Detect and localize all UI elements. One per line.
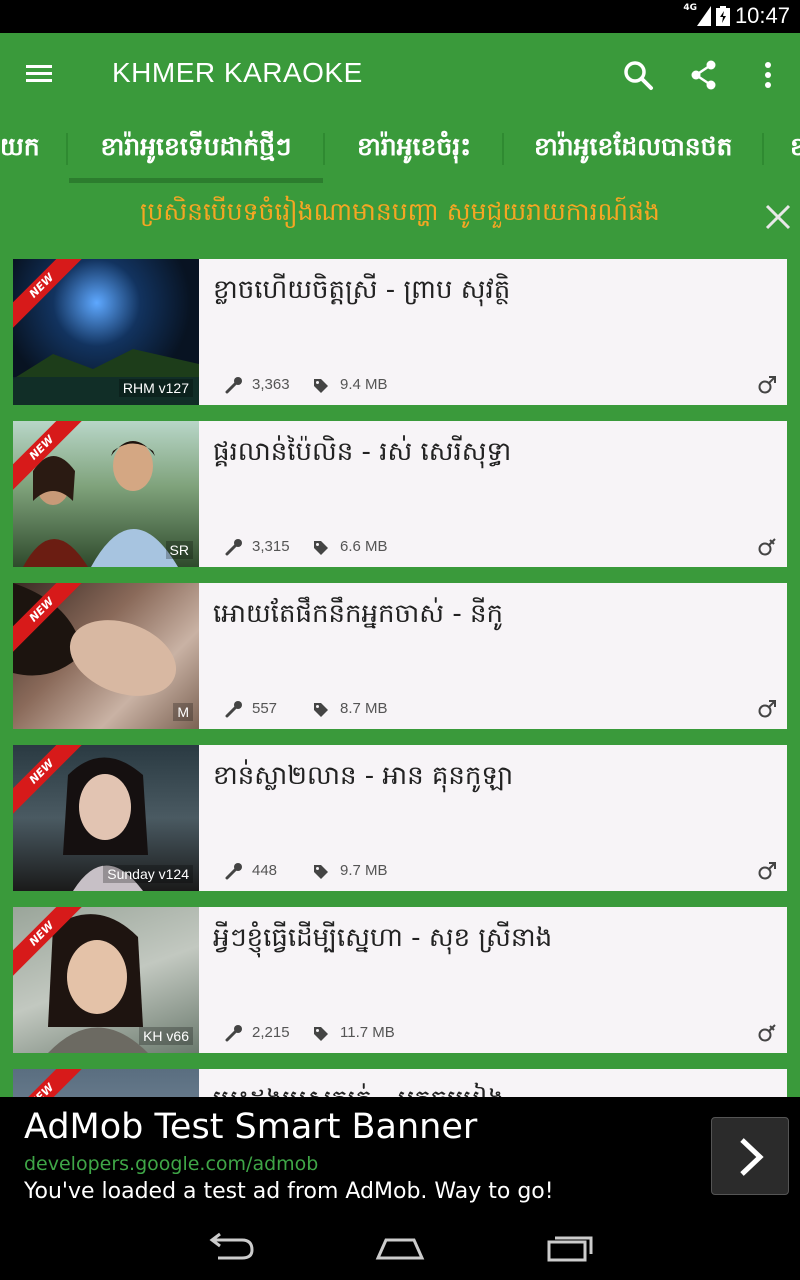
microphone-icon xyxy=(225,1025,242,1042)
song-thumbnail: NEW KH v66 xyxy=(13,907,199,1053)
play-count: 3,363 xyxy=(252,376,290,393)
file-size: 8.7 MB xyxy=(340,700,388,717)
tab-label: ខារ៉ាអូខេទើបដាក់ថ្មីៗ xyxy=(100,132,292,161)
song-title: ផ្គរលាន់ប៉ៃលិន - រស់ សេរីសុទ្ធា xyxy=(213,437,512,467)
song-thumbnail: NEW Sunday v124 xyxy=(13,745,199,891)
notice-banner: ប្រសិនបើបទចំរៀងណាមានបញ្ហា សូមជួយរាយការណ៍… xyxy=(0,183,800,255)
tab-divider xyxy=(502,133,504,165)
tab-label: ខារ៉ាអូខេចំរុះ xyxy=(357,132,472,161)
chevron-right-icon xyxy=(740,1138,764,1176)
tag-icon xyxy=(314,541,328,555)
ad-headline: AdMob Test Smart Banner xyxy=(24,1107,478,1147)
new-badge: NEW xyxy=(13,1069,83,1097)
song-meta: 557 8.7 MB xyxy=(225,700,388,718)
file-size: 11.7 MB xyxy=(340,1024,395,1041)
file-size: 9.7 MB xyxy=(340,862,388,879)
app-bar: KHMER KARAOKE xyxy=(0,33,800,115)
song-meta: 2,215 11.7 MB xyxy=(225,1024,395,1042)
signal-icon xyxy=(697,6,711,26)
song-meta: 3,315 6.6 MB xyxy=(225,538,388,556)
song-title: ខាន់ស្លា២លាន - អាន គុនកូឡា xyxy=(213,761,514,791)
tab-recorded-karaoke[interactable]: ខារ៉ាអូខេដែលបានថត xyxy=(534,115,732,183)
tab-mixed-karaoke[interactable]: ខារ៉ាអូខេចំរុះ xyxy=(357,115,471,183)
song-title: អោយតែផឹកនឹកអ្នកចាស់ - នីកូ xyxy=(213,599,503,629)
recents-icon[interactable] xyxy=(543,1230,599,1264)
male-icon xyxy=(758,376,776,394)
tab-divider xyxy=(762,133,764,165)
song-item[interactable]: NEW KH v66 អ្វីៗខ្ញុំធ្វើដើម្បីស្នេហា - … xyxy=(13,907,787,1053)
back-icon[interactable] xyxy=(202,1230,258,1264)
tab-partial-left[interactable]: យក xyxy=(0,115,40,183)
search-icon[interactable] xyxy=(618,55,658,95)
more-vert-icon[interactable] xyxy=(748,55,788,95)
ad-description: You've loaded a test ad from AdMob. Way … xyxy=(24,1179,554,1204)
microphone-icon xyxy=(225,701,242,718)
system-nav-bar xyxy=(0,1214,800,1280)
network-type: 4G xyxy=(683,3,697,13)
ad-banner[interactable]: AdMob Test Smart Banner developers.googl… xyxy=(0,1097,800,1214)
song-item[interactable]: NEW បេះដូងប្រុសក្បត់ - អ្នកចម្រៀង xyxy=(13,1069,787,1097)
ad-open-button[interactable] xyxy=(711,1117,789,1195)
microphone-icon xyxy=(225,863,242,880)
app-title: KHMER KARAOKE xyxy=(112,57,363,88)
song-thumbnail: NEW M xyxy=(13,583,199,729)
new-badge: NEW xyxy=(13,583,83,653)
song-version: KH v66 xyxy=(139,1027,193,1045)
song-meta: 3,363 9.4 MB xyxy=(225,376,388,394)
song-item[interactable]: NEW Sunday v124 ខាន់ស្លា២លាន - អាន គុនកូ… xyxy=(13,745,787,891)
clock: 10:47 xyxy=(734,3,790,28)
song-version: RHM v127 xyxy=(118,379,193,397)
tab-label: ខ xyxy=(790,132,800,161)
song-version: Sunday v124 xyxy=(103,865,193,883)
tag-icon xyxy=(314,1027,328,1041)
tag-icon xyxy=(314,703,328,717)
male-female-icon xyxy=(758,1024,776,1042)
song-thumbnail: NEW xyxy=(13,1069,199,1097)
tab-label: យក xyxy=(0,132,40,161)
song-version: SR xyxy=(165,541,193,559)
share-icon[interactable] xyxy=(684,55,724,95)
new-badge: NEW xyxy=(13,259,83,329)
ad-url[interactable]: developers.google.com/admob xyxy=(24,1153,318,1175)
menu-icon[interactable] xyxy=(22,57,56,91)
song-version: M xyxy=(173,703,193,721)
play-count: 448 xyxy=(252,862,278,879)
male-icon xyxy=(758,862,776,880)
song-title: អ្វីៗខ្ញុំធ្វើដើម្បីស្នេហា - សុខ ស្រីនាង xyxy=(213,923,553,953)
notice-text: ប្រសិនបើបទចំរៀងណាមានបញ្ហា សូមជួយរាយការណ៍… xyxy=(140,197,660,226)
song-title: បេះដូងប្រុសក្បត់ - អ្នកចម្រៀង xyxy=(213,1083,504,1097)
new-badge: NEW xyxy=(13,421,83,491)
tab-new-karaoke[interactable]: ខារ៉ាអូខេទើបដាក់ថ្មីៗ xyxy=(69,115,323,183)
tag-icon xyxy=(314,379,328,393)
song-item[interactable]: NEW RHM v127 ខ្លាចហើយចិត្តស្រី - ព្រាប ស… xyxy=(13,259,787,405)
song-thumbnail: NEW RHM v127 xyxy=(13,259,199,405)
file-size: 9.4 MB xyxy=(340,376,388,393)
male-icon xyxy=(758,700,776,718)
song-item[interactable]: NEW SR ផ្គរលាន់ប៉ៃលិន - រស់ សេរីសុទ្ធា 3… xyxy=(13,421,787,567)
battery-icon xyxy=(716,6,730,26)
tab-strip: យក ខារ៉ាអូខេទើបដាក់ថ្មីៗ ខារ៉ាអូខេចំរុះ … xyxy=(0,115,800,183)
new-badge: NEW xyxy=(13,745,83,815)
microphone-icon xyxy=(225,539,242,556)
song-thumbnail: NEW SR xyxy=(13,421,199,567)
male-female-icon xyxy=(758,538,776,556)
song-title: ខ្លាចហើយចិត្តស្រី - ព្រាប សុវត្ថិ xyxy=(213,275,511,305)
song-list-area[interactable]: ប្រសិនបើបទចំរៀងណាមានបញ្ហា សូមជួយរាយការណ៍… xyxy=(0,183,800,1097)
play-count: 3,315 xyxy=(252,538,290,555)
close-icon[interactable] xyxy=(764,203,792,231)
tab-label: ខារ៉ាអូខេដែលបានថត xyxy=(534,132,733,161)
tab-partial-right[interactable]: ខ xyxy=(790,115,800,183)
tab-divider xyxy=(66,133,68,165)
song-meta: 448 9.7 MB xyxy=(225,862,388,880)
status-bar: 4G 10:47 xyxy=(0,0,800,33)
tag-icon xyxy=(314,865,328,879)
microphone-icon xyxy=(225,377,242,394)
new-badge: NEW xyxy=(13,907,83,977)
play-count: 2,215 xyxy=(252,1024,290,1041)
tab-divider xyxy=(323,133,325,165)
song-item[interactable]: NEW M អោយតែផឹកនឹកអ្នកចាស់ - នីកូ 557 8.7… xyxy=(13,583,787,729)
file-size: 6.6 MB xyxy=(340,538,388,555)
play-count: 557 xyxy=(252,700,278,717)
home-icon[interactable] xyxy=(372,1230,428,1264)
